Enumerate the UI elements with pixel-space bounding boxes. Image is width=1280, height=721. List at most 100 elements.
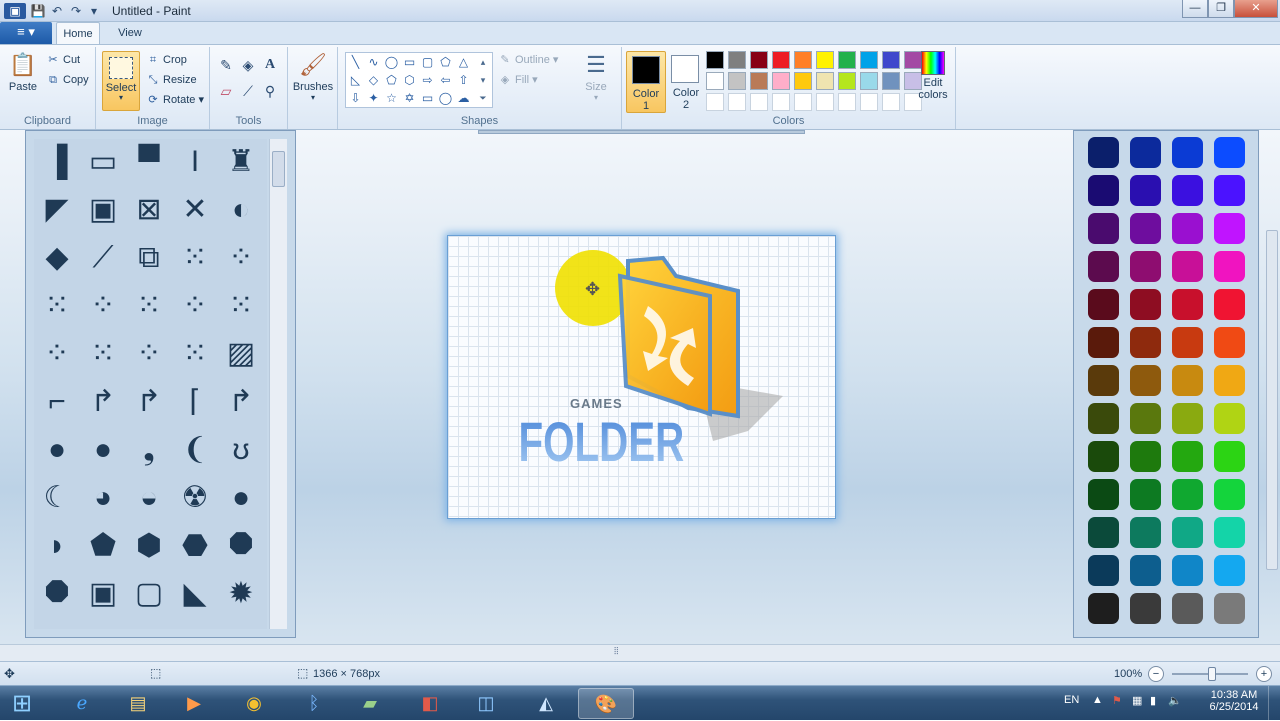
gallery-scroll-down-icon[interactable]: ▾ [476, 72, 490, 89]
custom-color-slot[interactable] [882, 93, 900, 111]
crossed-box-shape-icon[interactable]: ⊠ [130, 191, 168, 229]
file-explorer-icon[interactable]: ▤ [112, 688, 164, 719]
text-tool-icon[interactable]: A [260, 55, 280, 75]
scatter-dots-shape-icon[interactable]: ⁙ [176, 239, 214, 277]
zoom-slider-thumb[interactable] [1208, 667, 1216, 681]
color-swatch[interactable] [1172, 555, 1203, 586]
palette-color-swatch[interactable] [838, 72, 856, 90]
color-swatch[interactable] [1214, 251, 1245, 282]
color-swatch[interactable] [1130, 555, 1161, 586]
action-center-icon[interactable]: ⚑ [1112, 694, 1122, 707]
minimize-button[interactable]: — [1182, 0, 1208, 18]
circle-notch-shape-icon[interactable]: ● [84, 431, 122, 469]
network-app-icon[interactable]: ◭ [520, 688, 572, 719]
palette-color-swatch[interactable] [882, 72, 900, 90]
four-point-star-shape-icon[interactable]: ✦ [365, 90, 382, 107]
size-button[interactable]: ☰ Size ▾ [576, 51, 616, 102]
paint-taskbar-button[interactable]: 🎨 [578, 688, 634, 719]
oval-shape-icon[interactable]: ◯ [383, 54, 400, 71]
octagon-2-shape-icon[interactable]: ⯃ [38, 575, 76, 613]
dots-5-shape-icon[interactable]: ⁙ [130, 287, 168, 325]
callout-rectangle-shape-icon[interactable]: ▭ [419, 90, 436, 107]
fan-shape-icon[interactable]: ◒ [130, 479, 168, 517]
edit-colors-button[interactable]: Edit colors [912, 51, 954, 101]
color-swatch[interactable] [1088, 593, 1119, 624]
rectangle-shape-icon[interactable]: ▭ [401, 54, 418, 71]
dots-4-shape-icon[interactable]: ⁘ [84, 287, 122, 325]
palette-color-swatch[interactable] [728, 51, 746, 69]
color-swatch[interactable] [1172, 403, 1203, 434]
color-swatch[interactable] [1088, 289, 1119, 320]
color2-button[interactable]: Color 2 [666, 51, 706, 113]
zoom-in-button[interactable]: + [1256, 666, 1272, 682]
palette-color-swatch[interactable] [794, 72, 812, 90]
palette-color-swatch[interactable] [816, 51, 834, 69]
quarter-shape-icon[interactable]: ◣ [176, 575, 214, 613]
start-button[interactable]: ⊞ [0, 688, 44, 719]
color-swatch[interactable] [1172, 517, 1203, 548]
scatter-dots-2-shape-icon[interactable]: ⁘ [222, 239, 260, 277]
crescent-shape-icon[interactable]: ☾ [38, 479, 76, 517]
inset-square-shape-icon[interactable]: ▢ [130, 575, 168, 613]
language-indicator[interactable]: EN [1064, 694, 1079, 706]
color-swatch[interactable] [1088, 251, 1119, 282]
dots-8-shape-icon[interactable]: ⁘ [38, 335, 76, 373]
custom-color-slot[interactable] [860, 93, 878, 111]
color-swatch[interactable] [1088, 365, 1119, 396]
palette-color-swatch[interactable] [750, 51, 768, 69]
triangle-shape-icon[interactable]: △ [455, 54, 472, 71]
up-arrow-shape-icon[interactable]: ⇧ [455, 72, 472, 89]
color-swatch[interactable] [1172, 175, 1203, 206]
brushes-button[interactable]: 🖌 Brushes ▾ [292, 51, 334, 102]
save-icon[interactable]: 💾 [30, 3, 46, 19]
curve-shape-icon[interactable]: ∿ [365, 54, 382, 71]
color-swatch[interactable] [1130, 403, 1161, 434]
custom-color-slot[interactable] [728, 93, 746, 111]
l-corner-shape-icon[interactable]: ⌐ [38, 383, 76, 421]
castle-shape-icon[interactable]: ♜ [222, 143, 260, 181]
color-picker-icon[interactable]: ⟋ [238, 81, 258, 101]
wedge-shape-icon[interactable]: ◗ [38, 527, 76, 565]
hook-2-shape-icon[interactable]: ↱ [130, 383, 168, 421]
color-swatch[interactable] [1088, 403, 1119, 434]
corner-triangle-shape-icon[interactable]: ◤ [38, 191, 76, 229]
fill-button[interactable]: ◈ Fill ▾ [498, 71, 538, 89]
color-swatch[interactable] [1214, 137, 1245, 168]
rotate-button[interactable]: ⟳ Rotate ▾ [146, 91, 204, 109]
app-window-icon[interactable]: ▰ [344, 688, 396, 719]
copy-button[interactable]: ⧉ Copy [46, 71, 89, 89]
color-swatch[interactable] [1130, 593, 1161, 624]
blob-shape-icon[interactable]: ● [222, 479, 260, 517]
palette-color-swatch[interactable] [882, 51, 900, 69]
radiation-shape-icon[interactable]: ☢ [176, 479, 214, 517]
crop-button[interactable]: ⌗ Crop [146, 51, 187, 69]
close-button[interactable]: ✕ [1234, 0, 1278, 18]
color-swatch[interactable] [1130, 365, 1161, 396]
pentagon-fill-shape-icon[interactable]: ⬟ [84, 527, 122, 565]
hook-shape-icon[interactable]: ↱ [84, 383, 122, 421]
hook-outline-shape-icon[interactable]: ʊ [222, 431, 260, 469]
cut-button[interactable]: ✂ Cut [46, 51, 80, 69]
color-swatch[interactable] [1214, 327, 1245, 358]
dots-7-shape-icon[interactable]: ⁙ [222, 287, 260, 325]
tab-view[interactable]: View [108, 22, 152, 44]
color-swatch[interactable] [1088, 479, 1119, 510]
custom-color-slot[interactable] [706, 93, 724, 111]
app-menu-icon[interactable]: ▣ [4, 3, 26, 19]
undo-icon[interactable]: ↶ [49, 3, 65, 19]
framed-square-shape-icon[interactable]: ▣ [84, 191, 122, 229]
color-swatch[interactable] [1088, 517, 1119, 548]
custom-color-slot[interactable] [838, 93, 856, 111]
select-button[interactable]: Select ▾ [102, 51, 140, 111]
diamond-shape-icon[interactable]: ◇ [365, 72, 382, 89]
palette-color-swatch[interactable] [772, 51, 790, 69]
shapes-panel-scrollbar[interactable] [269, 139, 287, 629]
clock[interactable]: 10:38 AM 6/25/2014 [1206, 689, 1262, 713]
color-swatch[interactable] [1172, 479, 1203, 510]
color-swatch[interactable] [1088, 327, 1119, 358]
shapes-panel-scroll-thumb[interactable] [272, 151, 285, 187]
color-swatch[interactable] [1130, 327, 1161, 358]
canvas-vertical-scrollbar[interactable] [1266, 230, 1278, 570]
palette-color-swatch[interactable] [816, 72, 834, 90]
select-dropdown-icon[interactable]: ▾ [103, 94, 139, 102]
